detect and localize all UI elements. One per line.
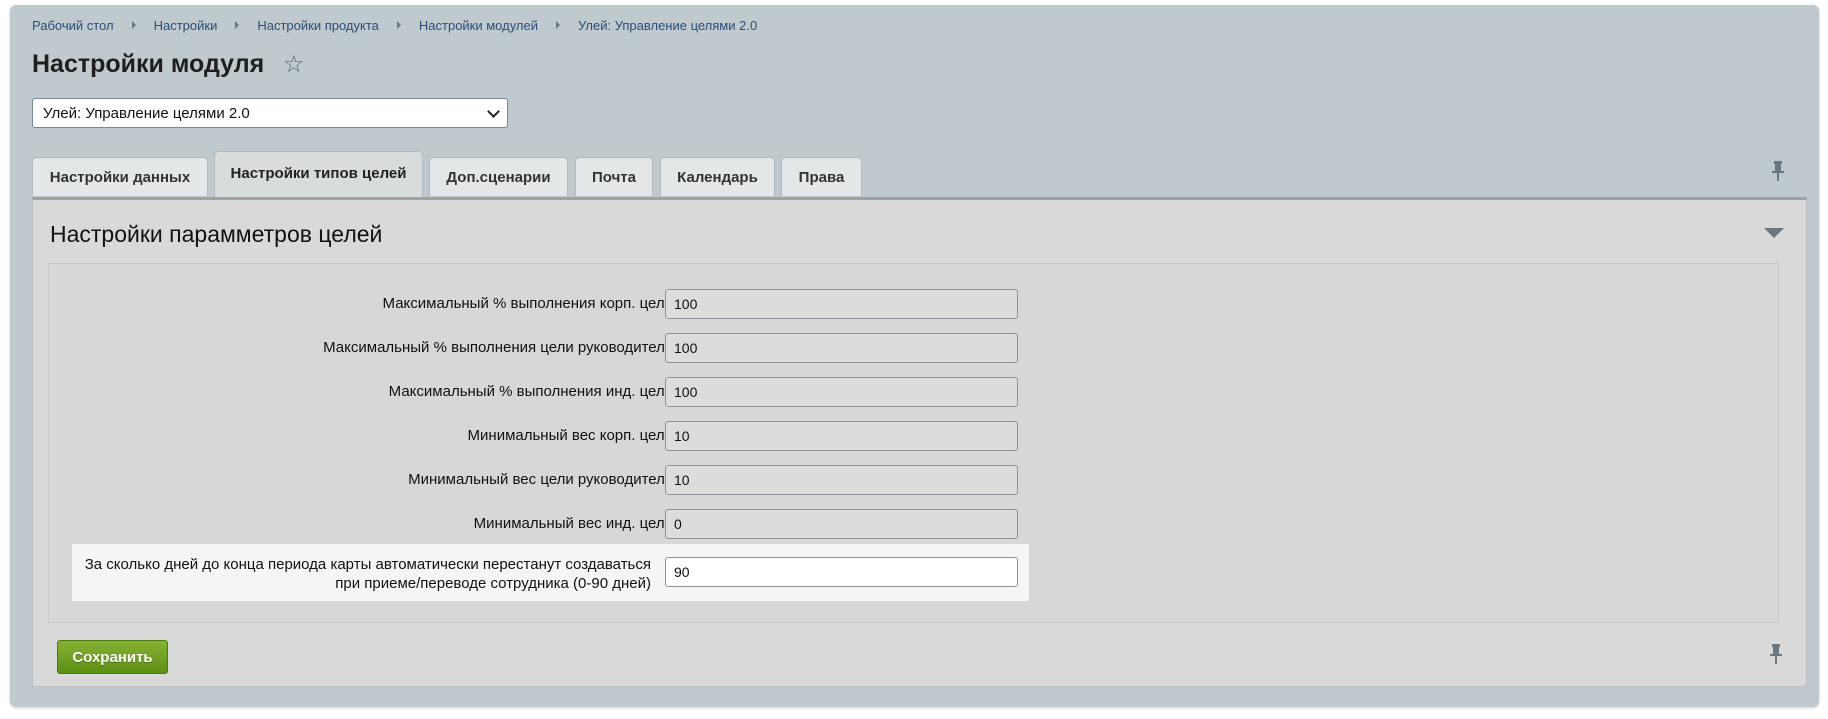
- module-select-value: Улей: Управление целями 2.0: [43, 104, 250, 122]
- page-frame: Рабочий стол Настройки Настройки продукт…: [10, 5, 1819, 707]
- tab-extra-scenarios[interactable]: Доп.сценарии: [429, 157, 568, 196]
- tab-rights[interactable]: Права: [781, 157, 862, 196]
- breadcrumb-separator-icon: [556, 21, 561, 29]
- highlighted-form-row: За сколько дней до конца периода карты а…: [72, 544, 1029, 601]
- pin-icon[interactable]: [1770, 161, 1786, 181]
- page-title: Настройки модуля: [32, 50, 265, 78]
- field-label: За сколько дней до конца периода карты а…: [85, 555, 651, 593]
- tab-goal-type-settings[interactable]: Настройки типов целей: [214, 151, 423, 198]
- save-button[interactable]: Сохранить: [57, 640, 168, 674]
- favorite-star-icon[interactable]: ☆: [283, 53, 305, 77]
- breadcrumb-item-current-module[interactable]: Улей: Управление целями 2.0: [578, 18, 757, 33]
- breadcrumb-item-desktop[interactable]: Рабочий стол: [32, 18, 114, 33]
- tab-calendar[interactable]: Календарь: [660, 157, 775, 196]
- field-label: Максимальный % выполнения корп. цели: [382, 295, 673, 312]
- module-select[interactable]: Улей: Управление целями 2.0: [32, 98, 508, 128]
- min-corp-weight-input[interactable]: [665, 421, 1018, 451]
- pin-icon[interactable]: [1768, 644, 1784, 664]
- max-corp-goal-input[interactable]: [665, 289, 1018, 319]
- field-label: Максимальный % выполнения инд. цели: [388, 383, 673, 400]
- collapse-triangle-icon[interactable]: [1764, 228, 1784, 238]
- form-row: Минимальный вес корп. цели: [49, 421, 1780, 451]
- breadcrumb: Рабочий стол Настройки Настройки продукт…: [32, 17, 757, 33]
- section-title: Настройки парамметров целей: [50, 221, 383, 247]
- form-row: Минимальный вес инд. цели: [49, 509, 1780, 539]
- form-row: Максимальный % выполнения инд. цели: [49, 377, 1780, 407]
- form-box: Максимальный % выполнения корп. цели Мак…: [48, 263, 1779, 623]
- max-manager-goal-input[interactable]: [665, 333, 1018, 363]
- breadcrumb-item-settings[interactable]: Настройки: [154, 18, 218, 33]
- field-label-line: За сколько дней до конца периода карты а…: [84, 556, 651, 573]
- field-label: Минимальный вес инд. цели: [473, 515, 673, 532]
- breadcrumb-separator-icon: [396, 21, 401, 29]
- breadcrumb-separator-icon: [131, 21, 136, 29]
- field-label: Максимальный % выполнения цели руководит…: [323, 339, 673, 356]
- min-manager-weight-input[interactable]: [665, 465, 1018, 495]
- breadcrumb-item-module-settings[interactable]: Настройки модулей: [419, 18, 538, 33]
- chevron-down-icon: [487, 105, 500, 118]
- days-before-period-end-input[interactable]: [665, 557, 1018, 587]
- settings-panel: Настройки парамметров целей Максимальный…: [32, 197, 1807, 687]
- field-label: Минимальный вес цели руководителя: [408, 471, 673, 488]
- max-individual-goal-input[interactable]: [665, 377, 1018, 407]
- form-row: Максимальный % выполнения цели руководит…: [49, 333, 1780, 363]
- form-row: Минимальный вес цели руководителя: [49, 465, 1780, 495]
- form-row: Максимальный % выполнения корп. цели: [49, 289, 1780, 319]
- field-label-line: при приеме/переводе сотрудника (0-90 дне…: [335, 575, 651, 592]
- breadcrumb-separator-icon: [235, 21, 240, 29]
- field-label: Минимальный вес корп. цели: [467, 427, 673, 444]
- breadcrumb-item-product-settings[interactable]: Настройки продукта: [257, 18, 379, 33]
- min-individual-weight-input[interactable]: [665, 509, 1018, 539]
- tab-mail[interactable]: Почта: [575, 157, 653, 196]
- tab-data-settings[interactable]: Настройки данных: [32, 157, 208, 196]
